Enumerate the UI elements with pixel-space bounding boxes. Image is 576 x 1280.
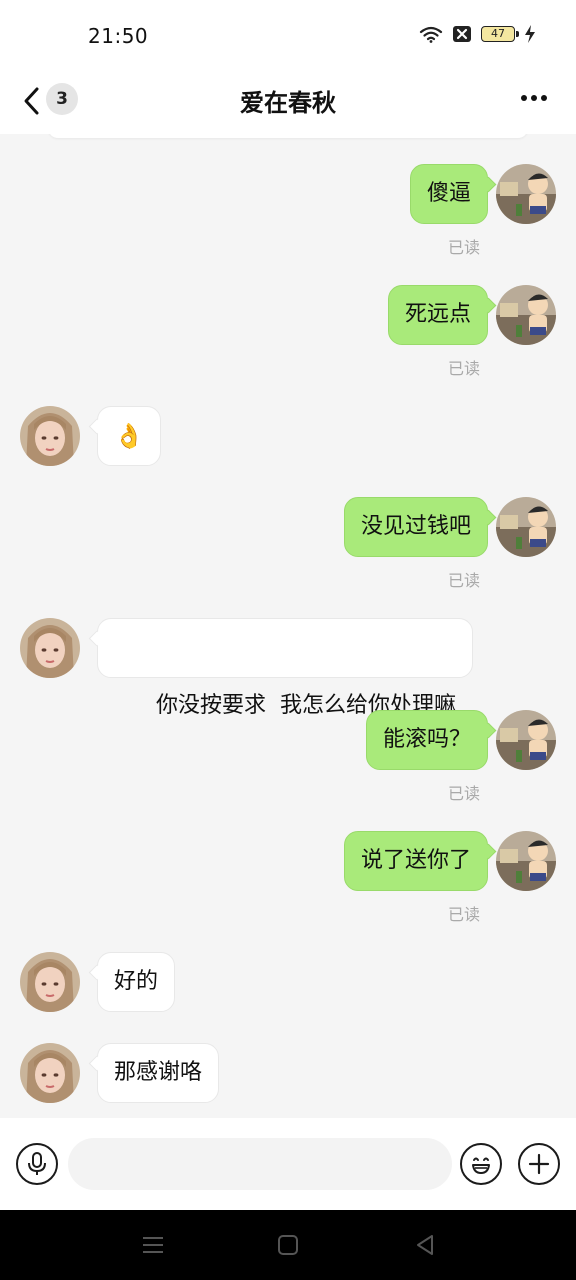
status-time: 21:50: [88, 24, 149, 48]
bubble-tail: [88, 418, 105, 435]
read-receipt: 已读: [447, 784, 480, 803]
chat-header: 3 爱在春秋: [0, 72, 576, 134]
contact-avatar[interactable]: [20, 952, 80, 1012]
bubble-tail: [480, 843, 497, 860]
bubble-tail: [480, 297, 497, 314]
contact-avatar[interactable]: [20, 1043, 80, 1103]
message-text: 能滚吗？: [382, 727, 471, 752]
read-receipt: 已读: [447, 359, 480, 378]
battery-icon: 47: [481, 26, 519, 42]
ellipsis-icon: [521, 95, 547, 101]
message-bubble[interactable]: 你没按要求 我怎么给你处理嘛: [88, 618, 473, 718]
emoji-button[interactable]: [460, 1143, 502, 1185]
bubble-tail: [88, 630, 105, 647]
message-input[interactable]: [68, 1138, 452, 1190]
message-bubble[interactable]: 那感谢咯: [88, 1043, 220, 1103]
wifi-icon: [419, 26, 443, 43]
status-icons: 47: [419, 24, 536, 44]
bubble-tail: [480, 722, 497, 739]
more-actions-button[interactable]: [518, 1143, 560, 1185]
plus-icon: [528, 1153, 550, 1175]
my-avatar[interactable]: [496, 497, 556, 557]
read-receipt: 已读: [447, 571, 480, 590]
message-text: 好的: [114, 969, 159, 994]
message-bubble[interactable]: 傻逼: [409, 164, 497, 224]
ok-hand-emoji: 👌: [114, 422, 144, 450]
contact-avatar[interactable]: [20, 406, 80, 466]
home-square-icon[interactable]: [273, 1230, 303, 1260]
message-bubble[interactable]: 好的: [88, 952, 176, 1012]
status-bar: 21:50 47: [0, 0, 576, 72]
chat-message-list[interactable]: 傻逼 已读 死远点 已读 👌 没见过钱吧 已读 你没按要求 我怎么给你处理嘛 能…: [0, 134, 576, 1118]
bubble-tail: [88, 1055, 105, 1072]
system-navigation-bar: [0, 1210, 576, 1280]
contact-avatar[interactable]: [20, 618, 80, 678]
my-avatar[interactable]: [496, 285, 556, 345]
more-options-button[interactable]: [516, 80, 556, 116]
bubble-tail: [88, 964, 105, 981]
message-text: 没见过钱吧: [360, 514, 471, 539]
message-input-bar: [0, 1118, 576, 1210]
message-text: 说了送你了: [360, 848, 471, 873]
my-avatar[interactable]: [496, 831, 556, 891]
x-notification-icon: [453, 26, 471, 42]
menu-icon[interactable]: [138, 1230, 168, 1260]
bubble-tail: [480, 509, 497, 526]
smiley-face-icon: [472, 1157, 490, 1174]
message-text: 傻逼: [426, 181, 471, 206]
message-bubble[interactable]: 说了送你了: [343, 831, 497, 891]
message-text: 死远点: [404, 302, 471, 327]
my-avatar[interactable]: [496, 710, 556, 770]
message-bubble[interactable]: 👌: [88, 406, 161, 466]
page-title: 爱在春秋: [240, 89, 336, 117]
previous-card-edge: [48, 134, 528, 138]
voice-input-button[interactable]: [16, 1143, 58, 1185]
bubble-tail: [480, 176, 497, 193]
charging-icon: [525, 25, 535, 43]
read-receipt: 已读: [447, 238, 480, 257]
message-text: 那感谢咯: [114, 1060, 203, 1085]
message-bubble[interactable]: 死远点: [387, 285, 497, 345]
message-bubble[interactable]: 能滚吗？: [365, 710, 497, 770]
my-avatar[interactable]: [496, 164, 556, 224]
message-bubble[interactable]: 没见过钱吧: [343, 497, 497, 557]
microphone-icon: [28, 1152, 46, 1175]
back-triangle-icon[interactable]: [410, 1230, 440, 1260]
read-receipt: 已读: [447, 905, 480, 924]
